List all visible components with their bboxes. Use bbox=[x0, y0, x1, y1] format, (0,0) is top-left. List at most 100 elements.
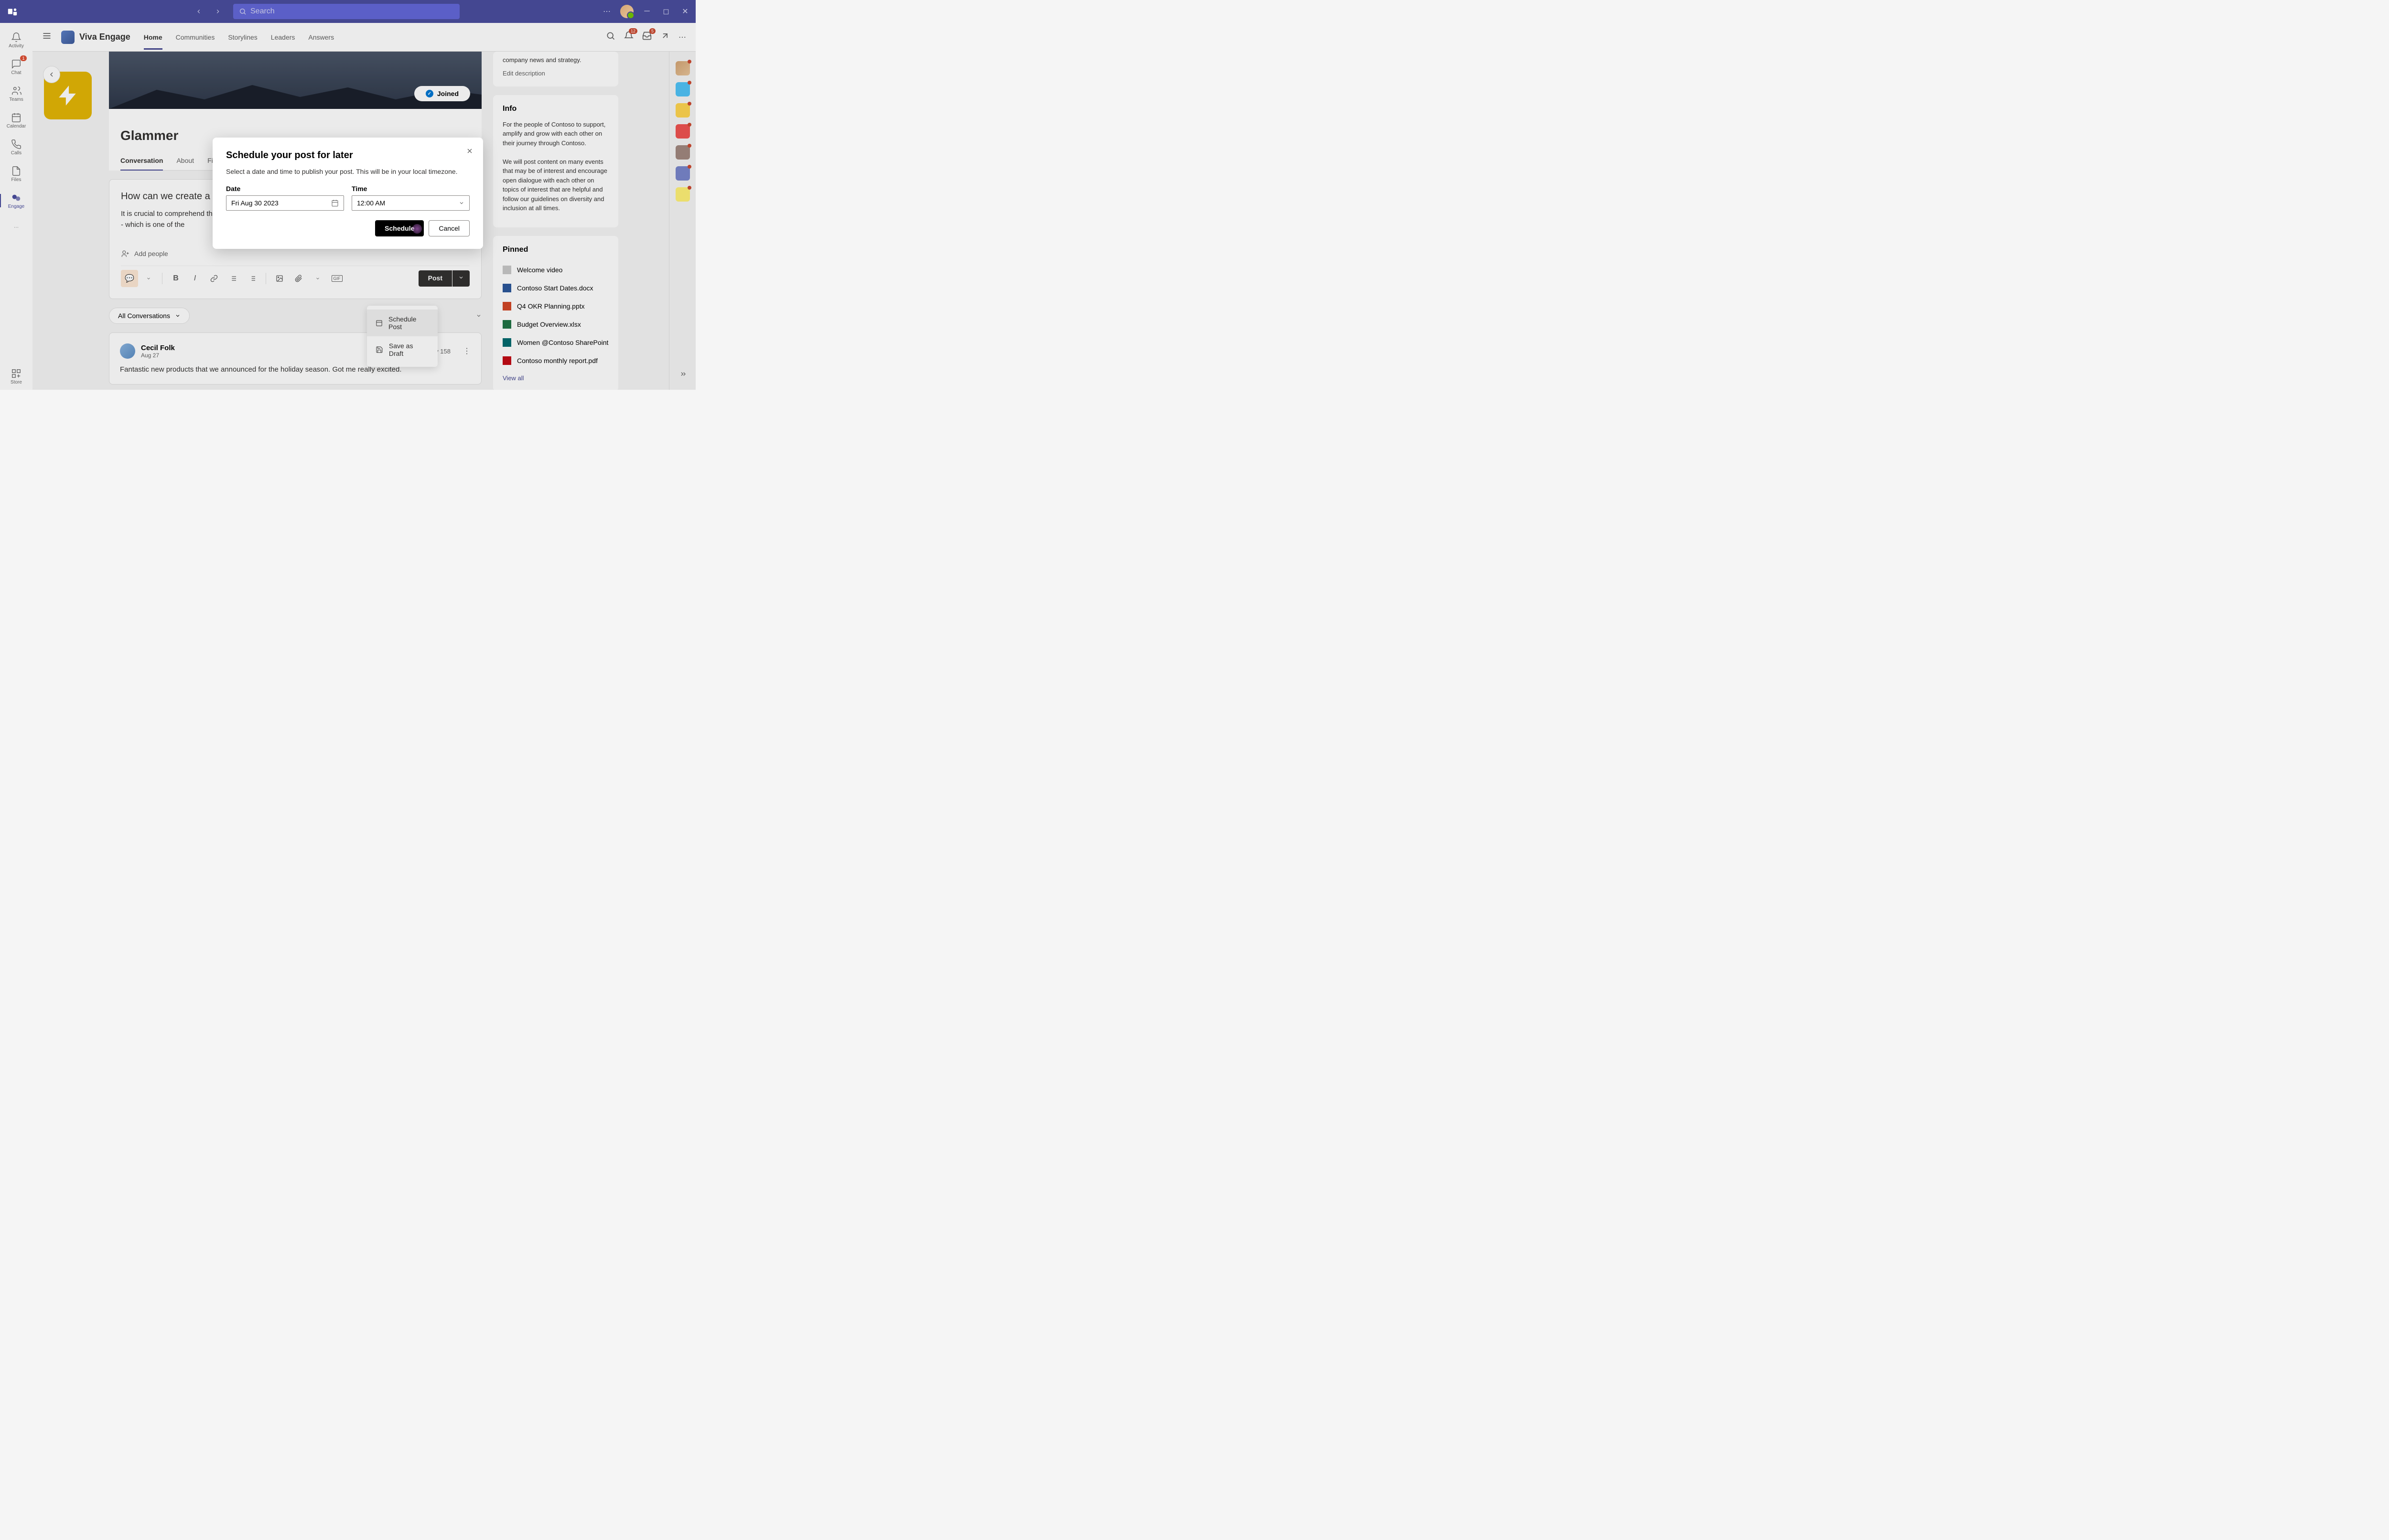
modal-description: Select a date and time to publish your p… bbox=[226, 168, 470, 175]
info-text: For the people of Contoso to support, am… bbox=[503, 120, 609, 213]
rail-store[interactable]: Store bbox=[0, 363, 32, 390]
more-options-button[interactable]: ⋯ bbox=[602, 7, 612, 16]
nav-tab-leaders[interactable]: Leaders bbox=[271, 25, 295, 50]
joined-button[interactable]: Joined bbox=[414, 86, 470, 101]
time-input[interactable]: 12:00 AM bbox=[352, 195, 470, 211]
bold-button[interactable]: B bbox=[167, 270, 184, 287]
sort-button[interactable] bbox=[476, 308, 482, 324]
search-icon bbox=[606, 31, 615, 41]
post-more-button[interactable]: ⋮ bbox=[463, 346, 471, 356]
rail-teams[interactable]: Teams bbox=[0, 80, 32, 107]
save-draft-item[interactable]: Save as Draft bbox=[367, 336, 438, 363]
image-icon bbox=[276, 275, 283, 282]
gif-button[interactable]: GIF bbox=[328, 270, 345, 287]
bullet-list-button[interactable] bbox=[225, 270, 242, 287]
rail-calendar[interactable]: Calendar bbox=[0, 107, 32, 134]
search-button[interactable] bbox=[606, 31, 615, 43]
post-button[interactable]: Post bbox=[419, 270, 452, 287]
type-chevron[interactable] bbox=[140, 270, 157, 287]
schedule-button[interactable]: Schedule bbox=[375, 220, 424, 236]
modal-close-button[interactable] bbox=[466, 147, 473, 157]
cancel-button[interactable]: Cancel bbox=[429, 220, 470, 236]
calendar-icon bbox=[11, 112, 22, 123]
minimize-button[interactable]: ─ bbox=[642, 7, 652, 16]
post-author-avatar[interactable] bbox=[120, 343, 135, 359]
engage-logo-icon bbox=[61, 31, 75, 44]
edit-description-link[interactable]: Edit description bbox=[503, 70, 609, 77]
hamburger-button[interactable] bbox=[42, 31, 52, 43]
contact-avatar[interactable] bbox=[676, 145, 690, 160]
user-avatar[interactable] bbox=[620, 5, 634, 18]
chevron-down-icon bbox=[459, 200, 464, 206]
excel-icon bbox=[503, 320, 511, 329]
nav-tab-storylines[interactable]: Storylines bbox=[228, 25, 257, 50]
contact-avatar[interactable] bbox=[676, 103, 690, 118]
app-name: Viva Engage bbox=[79, 32, 130, 42]
engage-icon bbox=[11, 192, 22, 203]
schedule-post-item[interactable]: Schedule Post bbox=[367, 310, 438, 336]
contact-avatar[interactable] bbox=[676, 82, 690, 96]
inbox-button[interactable]: 5 bbox=[642, 31, 652, 43]
pinned-item[interactable]: Welcome video bbox=[503, 261, 609, 279]
conversation-filter[interactable]: All Conversations bbox=[109, 308, 190, 324]
calendar-icon bbox=[331, 199, 339, 207]
numbered-list-button[interactable] bbox=[244, 270, 261, 287]
attach-icon bbox=[295, 275, 302, 282]
rail-calls[interactable]: Calls bbox=[0, 134, 32, 160]
rail-engage[interactable]: Engage bbox=[0, 187, 32, 214]
add-people-button[interactable]: Add people bbox=[121, 249, 470, 258]
pinned-item[interactable]: Budget Overview.xlsx bbox=[503, 315, 609, 333]
rail-chat[interactable]: 1 Chat bbox=[0, 53, 32, 80]
nav-tab-communities[interactable]: Communities bbox=[176, 25, 215, 50]
share-icon bbox=[660, 31, 670, 41]
pinned-item[interactable]: Contoso monthly report.pdf bbox=[503, 352, 609, 370]
post-author-name[interactable]: Cecil Folk bbox=[141, 344, 175, 352]
nav-back-button[interactable] bbox=[191, 4, 206, 19]
contact-avatar[interactable] bbox=[676, 166, 690, 181]
view-all-link[interactable]: View all bbox=[503, 374, 609, 382]
contact-avatar[interactable] bbox=[676, 61, 690, 75]
back-button[interactable] bbox=[43, 66, 60, 83]
word-icon bbox=[503, 284, 511, 292]
nav-forward-button[interactable] bbox=[210, 4, 226, 19]
chevron-down-icon bbox=[175, 313, 181, 319]
attach-button[interactable] bbox=[290, 270, 307, 287]
chevron-right-double-icon bbox=[679, 370, 687, 378]
share-button[interactable] bbox=[660, 31, 670, 43]
tab-about[interactable]: About bbox=[176, 151, 194, 170]
rail-activity[interactable]: Activity bbox=[0, 27, 32, 53]
chevron-down-icon bbox=[146, 276, 151, 281]
collapse-rail-button[interactable] bbox=[679, 370, 687, 380]
close-button[interactable]: ✕ bbox=[680, 7, 690, 16]
video-icon bbox=[503, 266, 511, 274]
pinned-item[interactable]: Contoso Start Dates.docx bbox=[503, 279, 609, 297]
search-input[interactable]: Search bbox=[233, 4, 460, 19]
top-nav: Viva Engage Home Communities Storylines … bbox=[32, 23, 696, 52]
pinned-item[interactable]: Women @Contoso SharePoint bbox=[503, 333, 609, 352]
italic-button[interactable]: I bbox=[186, 270, 204, 287]
tab-conversation[interactable]: Conversation bbox=[120, 151, 163, 170]
info-title: Info bbox=[503, 105, 609, 113]
app-logo: Viva Engage bbox=[61, 31, 130, 44]
maximize-button[interactable]: ◻ bbox=[661, 7, 671, 16]
link-button[interactable] bbox=[205, 270, 223, 287]
overflow-button[interactable]: ⋯ bbox=[678, 32, 686, 42]
ppt-icon bbox=[503, 302, 511, 310]
date-input[interactable]: Fri Aug 30 2023 bbox=[226, 195, 344, 211]
rail-files[interactable]: Files bbox=[0, 160, 32, 187]
titlebar: Search ⋯ ─ ◻ ✕ bbox=[0, 0, 696, 23]
nav-tab-answers[interactable]: Answers bbox=[308, 25, 334, 50]
contact-avatar[interactable] bbox=[676, 187, 690, 202]
discussion-type-button[interactable]: 💬 bbox=[121, 270, 138, 287]
rail-more[interactable]: ⋯ bbox=[0, 214, 32, 241]
image-button[interactable] bbox=[271, 270, 288, 287]
inbox-count: 5 bbox=[649, 28, 656, 34]
pinned-title: Pinned bbox=[503, 246, 609, 254]
attach-chevron[interactable] bbox=[309, 270, 326, 287]
notifications-button[interactable]: 12 bbox=[624, 31, 634, 43]
contact-avatar[interactable] bbox=[676, 124, 690, 139]
post-options-button[interactable] bbox=[452, 270, 470, 287]
nav-tab-home[interactable]: Home bbox=[144, 25, 162, 50]
community-banner: Joined bbox=[109, 52, 482, 109]
pinned-item[interactable]: Q4 OKR Planning.pptx bbox=[503, 297, 609, 315]
